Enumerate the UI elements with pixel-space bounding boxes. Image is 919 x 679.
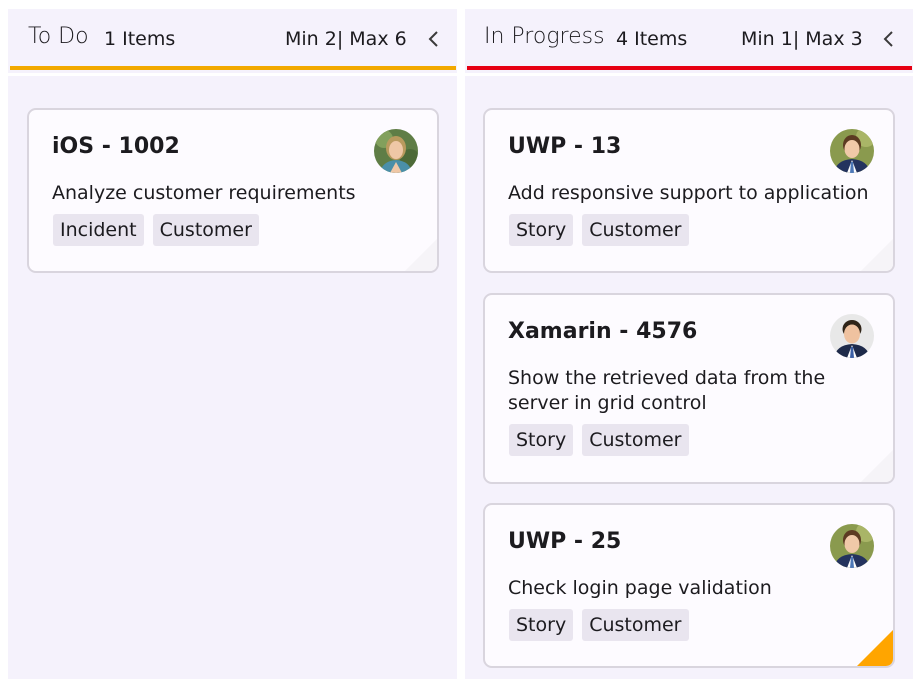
- column-title: To Do: [28, 24, 89, 49]
- column-header: To Do 1 Items Min 2| Max 6: [8, 9, 457, 67]
- kanban-card[interactable]: Xamarin - 4576 Show the retrieved data f…: [483, 293, 895, 484]
- column-in-progress: In Progress 4 Items Min 1| Max 3 UWP - 1…: [465, 9, 913, 679]
- column-item-count: 4 Items: [616, 28, 688, 50]
- card-description: Show the retrieved data from the server …: [508, 367, 826, 414]
- kanban-board: To Do 1 Items Min 2| Max 6 iOS - 1002 An…: [0, 0, 919, 679]
- kanban-card[interactable]: UWP - 13 Add responsive support to appli…: [483, 108, 895, 273]
- column-divider: [8, 73, 457, 76]
- priority-indicator: [405, 239, 437, 271]
- card-tags: Story Customer: [509, 424, 689, 456]
- card-tags: Incident Customer: [53, 214, 259, 246]
- card-tag: Customer: [582, 214, 689, 246]
- card-tags: Story Customer: [509, 609, 689, 641]
- column-header: In Progress 4 Items Min 1| Max 3: [465, 9, 913, 67]
- card-tag: Story: [509, 609, 574, 641]
- card-title: UWP - 25: [508, 529, 622, 554]
- avatar-man-icon: [830, 524, 874, 568]
- chevron-left-icon[interactable]: [879, 28, 899, 50]
- chevron-left-icon[interactable]: [424, 28, 444, 50]
- card-title: iOS - 1002: [52, 134, 180, 159]
- card-tags: Story Customer: [509, 214, 689, 246]
- card-tag: Story: [509, 214, 574, 246]
- avatar-man-icon: [830, 129, 874, 173]
- kanban-card[interactable]: iOS - 1002 Analyze customer requirements…: [27, 108, 439, 273]
- card-title: Xamarin - 4576: [508, 319, 698, 344]
- priority-indicator: [861, 450, 893, 482]
- column-accent-bar: [10, 66, 456, 70]
- card-title: UWP - 13: [508, 134, 622, 159]
- kanban-card[interactable]: UWP - 25 Check login page validation Sto…: [483, 503, 895, 668]
- card-description: Add responsive support to application: [508, 182, 869, 204]
- column-to-do: To Do 1 Items Min 2| Max 6 iOS - 1002 An…: [8, 9, 457, 679]
- column-limits: Min 2| Max 6: [285, 28, 407, 50]
- card-tag: Story: [509, 424, 574, 456]
- card-tag: Customer: [582, 424, 689, 456]
- priority-indicator: [861, 239, 893, 271]
- column-divider: [465, 73, 913, 76]
- avatar-woman-icon: [374, 129, 418, 173]
- card-tag: Incident: [53, 214, 144, 246]
- column-limits: Min 1| Max 3: [741, 28, 863, 50]
- card-tag: Customer: [582, 609, 689, 641]
- card-description: Analyze customer requirements: [52, 182, 356, 204]
- priority-indicator: [857, 630, 893, 666]
- column-title: In Progress: [484, 24, 605, 49]
- card-tag: Customer: [152, 214, 259, 246]
- column-accent-bar: [467, 66, 912, 70]
- card-description: Check login page validation: [508, 577, 772, 599]
- column-item-count: 1 Items: [104, 28, 176, 50]
- avatar-man-icon: [830, 314, 874, 358]
